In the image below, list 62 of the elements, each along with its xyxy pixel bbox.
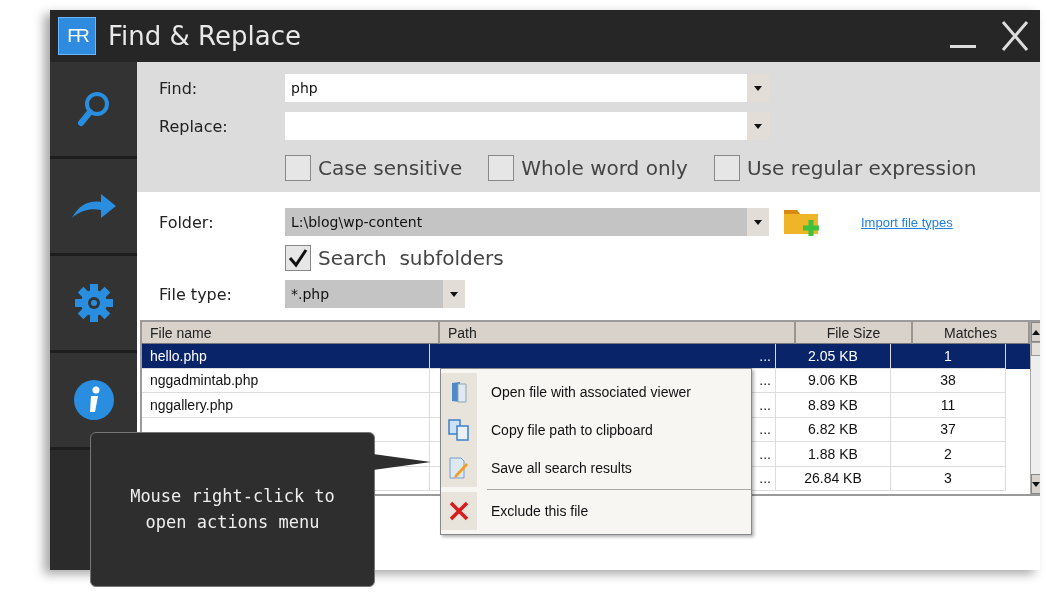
tooltip-text: Mouse right-click to open actions menu <box>129 485 336 534</box>
table-cell: ... <box>759 396 771 413</box>
table-cell: 11 <box>940 396 956 413</box>
table-cell: 26.84 KB <box>804 470 862 487</box>
info-icon[interactable] <box>72 379 115 421</box>
find-label: Find: <box>159 78 199 98</box>
search-icon[interactable] <box>76 90 111 128</box>
dropdown-arrow-icon <box>450 291 458 297</box>
table-cell: 2 <box>944 445 952 462</box>
table-cell: ... <box>759 372 771 389</box>
table-cell: 8.89 KB <box>808 396 858 413</box>
table-cell: 1 <box>944 347 952 364</box>
table-cell: ... <box>759 445 771 462</box>
file-type-label: File type: <box>159 284 233 304</box>
folder-field[interactable]: L:\blog\wp-content <box>285 208 769 236</box>
scrollbar[interactable] <box>1030 322 1040 494</box>
checkbox[interactable] <box>713 155 740 181</box>
checkbox-label: Search subfolders <box>318 246 504 270</box>
edit-document-icon <box>449 457 469 479</box>
table-cell: nggadmintab.php <box>150 372 259 389</box>
cross-icon <box>449 501 469 521</box>
table-cell: 2.05 KB <box>808 347 858 364</box>
menu-item[interactable]: Exclude this file <box>441 492 751 530</box>
copy-icon <box>448 419 470 441</box>
table-cell: 1.88 KB <box>808 445 858 462</box>
dropdown-arrow-icon <box>754 85 762 91</box>
dropdown-arrow-icon <box>754 219 762 225</box>
scroll-thumb[interactable] <box>1031 342 1040 356</box>
table-cell: 6.82 KB <box>808 421 858 438</box>
table-cell: nggallery.php <box>150 396 234 413</box>
checkbox-label: Whole word only <box>521 156 688 180</box>
table-cell: ... <box>759 421 771 438</box>
find-field[interactable]: php <box>285 74 769 102</box>
table-cell: 38 <box>940 372 956 389</box>
file-type-dropdown[interactable]: *.php <box>285 280 465 308</box>
close-icon[interactable] <box>1000 20 1030 52</box>
document-icon <box>450 381 468 403</box>
scroll-up-icon[interactable] <box>1032 329 1040 335</box>
table-cell: hello.php <box>150 347 207 364</box>
checkbox[interactable] <box>285 245 311 271</box>
menu-item[interactable]: Open file with associated viewer <box>441 373 751 411</box>
table-row[interactable]: hello.php ... 2.05 KB 1 <box>142 344 1030 369</box>
table-cell: 3 <box>944 470 952 487</box>
table-cell: ... <box>759 347 771 364</box>
dropdown-arrow-icon <box>754 123 762 129</box>
menu-item[interactable]: Save all search results <box>441 449 751 487</box>
table-cell: 9.06 KB <box>808 372 858 389</box>
curved-arrow-icon[interactable] <box>70 192 117 220</box>
checkbox[interactable] <box>285 155 311 181</box>
checkbox-label: Use regular expression <box>746 156 977 180</box>
replace-label: Replace: <box>159 116 229 136</box>
scroll-down-icon[interactable] <box>1032 481 1040 487</box>
checkbox[interactable] <box>488 155 515 181</box>
app-logo: FR <box>58 17 96 55</box>
checkbox-label: Case sensitive <box>318 156 463 180</box>
folder-label: Folder: <box>159 212 215 232</box>
table-cell: 37 <box>940 421 956 438</box>
table-cell: ... <box>759 470 771 487</box>
window-title: Find & Replace <box>108 21 301 51</box>
settings-icon[interactable] <box>73 283 114 323</box>
replace-field[interactable] <box>285 112 769 140</box>
import-file-types-link[interactable]: Import file types <box>861 214 953 230</box>
